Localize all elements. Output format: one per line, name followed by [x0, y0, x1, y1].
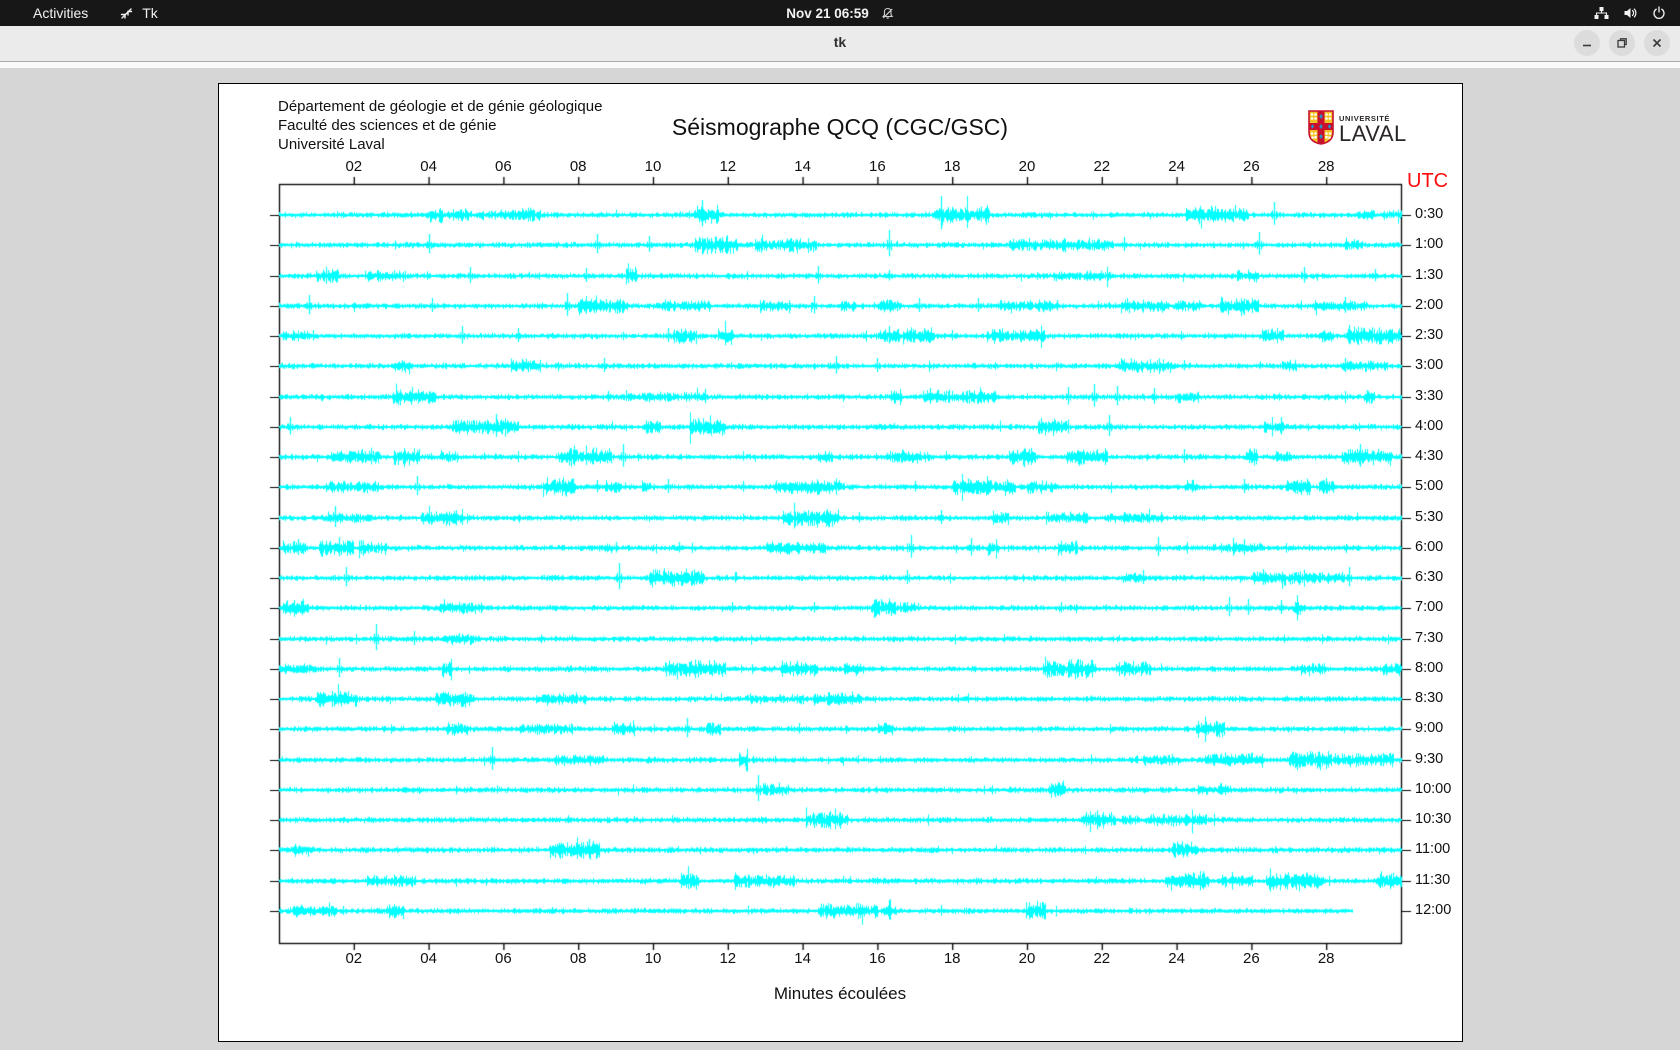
- row-time-label: 5:30: [1415, 509, 1444, 525]
- network-icon: [1594, 6, 1609, 20]
- row-time-label: 8:00: [1415, 660, 1444, 676]
- x-tick-label: 16: [869, 158, 886, 175]
- x-axis-title: Minutes écoulées: [773, 984, 907, 1003]
- titlebar-separator: [0, 62, 1680, 68]
- tk-app-icon: [120, 6, 134, 20]
- dept-line-1: Département de géologie et de génie géol…: [278, 98, 603, 115]
- x-tick-label: 06: [495, 158, 512, 175]
- x-tick-label: 10: [644, 950, 662, 967]
- row-time-label: 1:30: [1415, 267, 1444, 283]
- row-time-label: 2:30: [1415, 327, 1444, 343]
- volume-icon: [1623, 6, 1638, 20]
- x-tick-label: 28: [1317, 158, 1335, 175]
- x-tick-label: 26: [1243, 950, 1260, 967]
- row-time-label: 1:00: [1415, 236, 1444, 252]
- x-tick-label: 18: [943, 158, 961, 175]
- x-tick-label: 28: [1317, 950, 1335, 967]
- window-titlebar[interactable]: tk: [0, 26, 1680, 62]
- row-time-label: 7:30: [1415, 630, 1444, 646]
- x-tick-label: 08: [569, 158, 587, 175]
- activities-button[interactable]: Activities: [27, 4, 94, 22]
- row-time-label: 9:00: [1415, 720, 1444, 736]
- x-tick-label: 20: [1018, 950, 1036, 967]
- x-tick-label: 02: [345, 950, 363, 967]
- focused-app-name: Tk: [142, 5, 158, 21]
- x-tick-label: 26: [1243, 158, 1260, 175]
- row-time-label: 5:00: [1415, 478, 1444, 494]
- clock-label: Nov 21 06:59: [786, 5, 869, 21]
- desktop: Activities Tk Nov 21 06:59 tk Départemen…: [0, 0, 1680, 1050]
- x-tick-label: 24: [1168, 158, 1185, 175]
- row-time-label: 11:00: [1415, 841, 1451, 857]
- x-tick-label: 24: [1168, 950, 1185, 967]
- maximize-button[interactable]: [1609, 30, 1635, 56]
- x-tick-label: 16: [869, 950, 886, 967]
- x-tick-label: 06: [495, 950, 512, 967]
- x-tick-label: 10: [644, 158, 662, 175]
- plot-title: Séismographe QCQ (CGC/GSC): [671, 114, 1009, 140]
- ul-shield-icon: [1308, 110, 1334, 150]
- utc-axis-label: UTC: [1407, 170, 1449, 192]
- dept-line-2: Faculté des sciences et de génie: [278, 117, 497, 134]
- x-tick-label: 18: [943, 950, 961, 967]
- seismograph-canvas: Département de géologie et de génie géol…: [218, 83, 1464, 1043]
- header-department: Département de géologie et de génie géol…: [278, 97, 602, 154]
- close-button[interactable]: [1644, 30, 1670, 56]
- x-tick-label: 02: [345, 158, 363, 175]
- row-time-label: 9:30: [1415, 751, 1444, 767]
- x-tick-label: 04: [420, 950, 437, 967]
- row-time-label: 0:30: [1415, 206, 1444, 222]
- x-tick-label: 22: [1093, 158, 1111, 175]
- ul-logo-line2: LAVAL: [1339, 121, 1407, 147]
- clock-menu[interactable]: Nov 21 06:59: [786, 0, 894, 26]
- row-time-label: 6:30: [1415, 569, 1444, 585]
- row-time-label: 12:00: [1415, 902, 1452, 918]
- row-time-label: 3:30: [1415, 388, 1444, 404]
- seismogram-plot: [219, 84, 1464, 1043]
- focused-app-indicator[interactable]: Tk: [120, 5, 158, 21]
- x-tick-label: 20: [1018, 158, 1036, 175]
- row-time-label: 4:00: [1415, 418, 1444, 434]
- row-time-label: 3:00: [1415, 357, 1444, 373]
- x-tick-label: 12: [719, 158, 737, 175]
- row-time-label: 10:00: [1415, 781, 1452, 797]
- row-time-label: 8:30: [1415, 690, 1444, 706]
- x-tick-label: 04: [420, 158, 437, 175]
- row-time-label: 6:00: [1415, 539, 1444, 555]
- x-tick-label: 14: [794, 950, 811, 967]
- dept-line-3: Université Laval: [278, 136, 385, 153]
- universite-laval-logo: UNIVERSITÉ LAVAL: [1308, 110, 1407, 150]
- x-tick-label: 22: [1093, 950, 1111, 967]
- row-time-label: 4:30: [1415, 448, 1444, 464]
- row-time-label: 11:30: [1415, 872, 1451, 888]
- x-tick-label: 12: [719, 950, 737, 967]
- row-time-label: 10:30: [1415, 811, 1452, 827]
- window-title: tk: [833, 34, 847, 50]
- x-tick-label: 14: [794, 158, 811, 175]
- power-icon: [1652, 6, 1666, 20]
- x-tick-label: 08: [569, 950, 587, 967]
- minimize-button[interactable]: [1574, 30, 1600, 56]
- gnome-top-bar: Activities Tk Nov 21 06:59: [0, 0, 1680, 26]
- system-status-area[interactable]: [1594, 0, 1666, 26]
- row-time-label: 7:00: [1415, 599, 1444, 615]
- row-time-label: 2:00: [1415, 297, 1444, 313]
- notifications-muted-icon: [881, 7, 894, 20]
